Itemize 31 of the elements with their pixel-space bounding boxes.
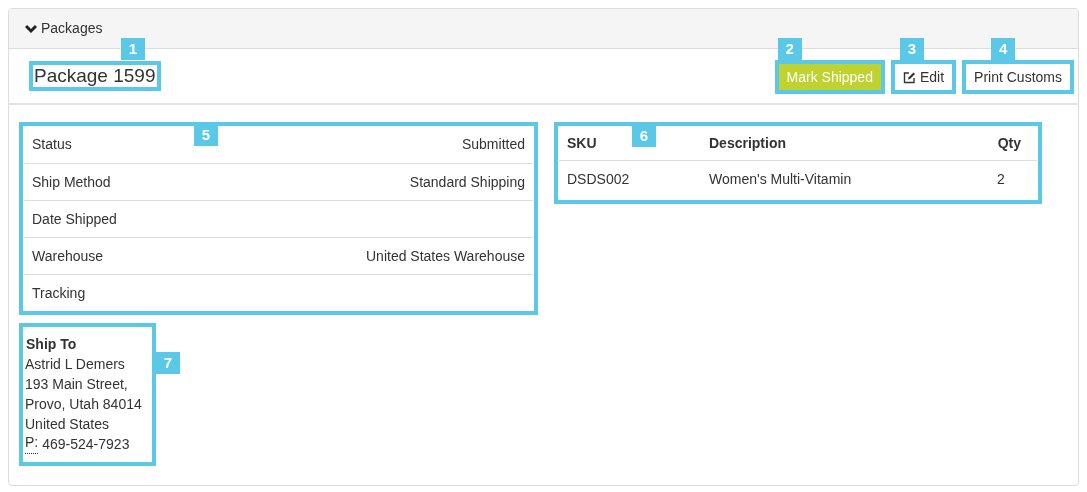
detail-label: Warehouse [32, 246, 104, 266]
table-cell-text: DSDS002 [567, 170, 631, 189]
address-line: Astrid L Demers [25, 355, 126, 374]
callout-number: 7 [156, 352, 180, 374]
callout-number: 1 [121, 38, 145, 60]
callout-number: 6 [632, 125, 656, 147]
phone-label: P: [25, 434, 39, 454]
address-line: 193 Main Street, [25, 375, 129, 394]
address-line: United States [25, 415, 111, 434]
callout-number: 2 [777, 38, 802, 60]
edit-icon [902, 70, 916, 84]
detail-label: Tracking [32, 283, 86, 303]
package-title: Package 1599 [34, 65, 156, 87]
column-header: Qty [997, 134, 1021, 151]
detail-value: Submitted [461, 135, 525, 154]
ship-to-heading: Ship To [25, 335, 78, 354]
callout-number: 4 [991, 38, 1016, 60]
table-cell-text: Women's Multi-Vitamin [709, 170, 853, 189]
column-header: Description [709, 134, 786, 151]
detail-label: Date Shipped [32, 209, 117, 229]
column-header: SKU [567, 134, 597, 151]
detail-value: Standard Shipping [409, 172, 525, 192]
detail-label: Ship Method [32, 172, 111, 192]
phone-number: 469-524-7923 [42, 435, 130, 454]
callout-number: 5 [194, 124, 218, 146]
panel-heading: Packages [41, 19, 103, 38]
detail-label: Status [32, 135, 72, 154]
detail-value: United States Warehouse [366, 246, 525, 266]
callout-number: 3 [899, 38, 924, 60]
table-cell-text: 2 [997, 170, 1006, 189]
address-line: Provo, Utah 84014 [25, 395, 143, 414]
